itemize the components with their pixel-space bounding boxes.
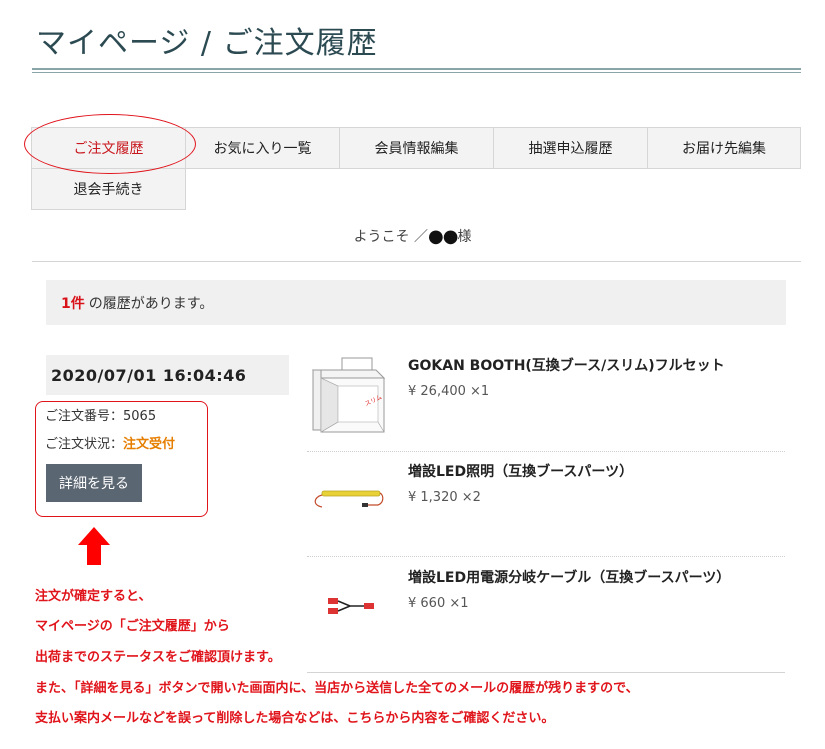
arrow-up-icon bbox=[78, 527, 110, 565]
order-number-label: ご注文番号： bbox=[45, 409, 124, 424]
tab-lottery-history[interactable]: 抽選申込履歴 bbox=[493, 127, 648, 169]
user-name: ●● bbox=[428, 226, 458, 247]
note-line-2: マイページの「ご注文履歴」から bbox=[35, 619, 230, 634]
welcome-message: ようこそ ／●●様 bbox=[0, 226, 825, 247]
tab-withdraw[interactable]: 退会手続き bbox=[31, 168, 186, 210]
tab-favorites[interactable]: お気に入り一覧 bbox=[185, 127, 340, 169]
order-date: 2020/07/01 16:04:46 bbox=[46, 355, 289, 395]
product-divider-2 bbox=[307, 556, 785, 557]
order-status: ご注文状況：注文受付 bbox=[45, 433, 175, 452]
view-details-button[interactable]: 詳細を見る bbox=[46, 464, 142, 502]
product-price-1: ¥ 26,400 ×1 bbox=[408, 384, 490, 399]
history-count-text: の履歴があります。 bbox=[88, 295, 214, 312]
welcome-suffix: 様 bbox=[457, 229, 472, 245]
order-number: ご注文番号：5065 bbox=[45, 405, 156, 424]
tab-order-history[interactable]: ご注文履歴 bbox=[31, 127, 186, 169]
order-status-value: 注文受付 bbox=[123, 437, 176, 452]
section-divider bbox=[32, 261, 801, 262]
cable-image[interactable] bbox=[308, 592, 388, 620]
product-price-2: ¥ 1,320 ×2 bbox=[408, 490, 481, 505]
note-line-3: 出荷までのステータスをご確認頂けます。 bbox=[35, 650, 281, 665]
note-line-4: また、「詳細を見る」ボタンで開いた画面内に、当店から送信した全てのメールの履歴が… bbox=[35, 681, 639, 696]
product-name-2[interactable]: 増設LED照明（互換ブースパーツ） bbox=[408, 461, 633, 481]
page-title: マイページ / ご注文履歴 bbox=[36, 26, 378, 61]
welcome-prefix: ようこそ ／ bbox=[353, 229, 429, 245]
tab-delivery-address[interactable]: お届け先編集 bbox=[647, 127, 801, 169]
order-number-value: 5065 bbox=[123, 409, 157, 424]
product-price-3: ¥ 660 ×1 bbox=[408, 596, 469, 611]
note-line-1: 注文が確定すると、 bbox=[35, 589, 152, 604]
history-count-box: 1件 の履歴があります。 bbox=[46, 280, 786, 325]
order-status-label: ご注文状況： bbox=[45, 437, 124, 452]
products-bottom-divider bbox=[307, 672, 785, 673]
note-line-5: 支払い案内メールなどを誤って削除した場合などは、こちらから内容をご確認ください。 bbox=[35, 711, 555, 726]
led-light-image[interactable] bbox=[308, 483, 388, 513]
title-divider bbox=[32, 68, 801, 70]
title-divider-thin bbox=[32, 72, 801, 73]
history-count: 1件 bbox=[61, 295, 85, 312]
product-divider-1 bbox=[307, 451, 785, 452]
tab-member-info[interactable]: 会員情報編集 bbox=[339, 127, 494, 169]
booth-image[interactable]: スリム bbox=[308, 356, 388, 434]
product-name-1[interactable]: GOKAN BOOTH(互換ブース/スリム)フルセット bbox=[408, 355, 725, 375]
product-name-3[interactable]: 増設LED用電源分岐ケーブル（互換ブースパーツ） bbox=[408, 567, 730, 587]
